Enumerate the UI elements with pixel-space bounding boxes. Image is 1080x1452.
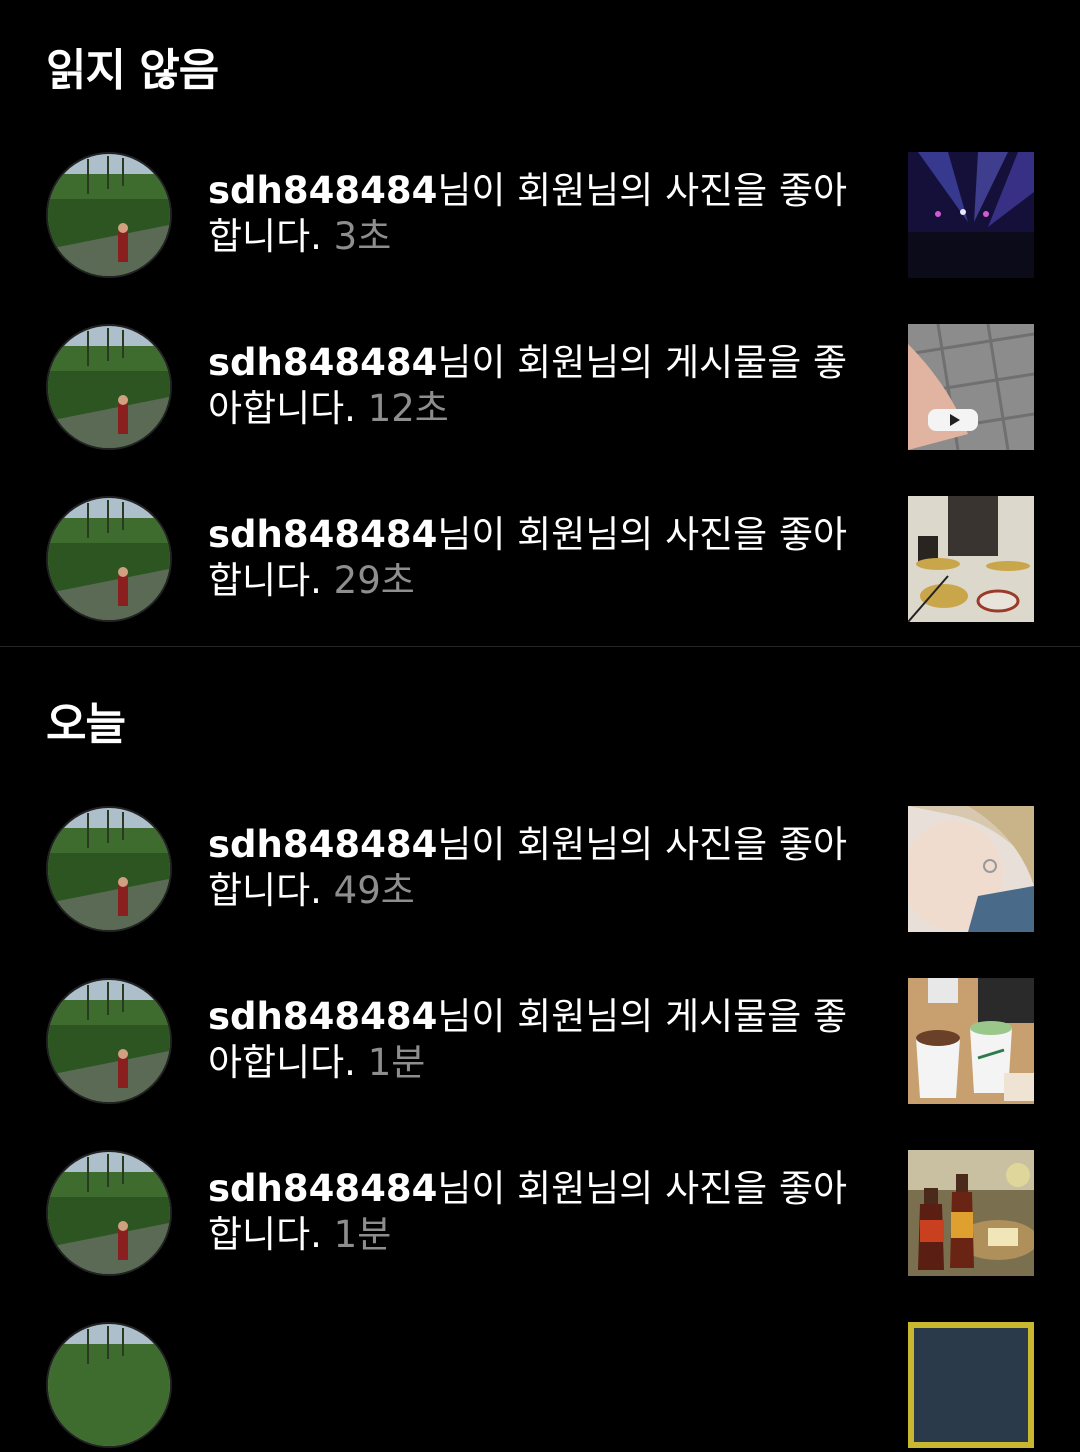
avatar[interactable] [46,1322,172,1448]
username-link[interactable]: sdh848484 [208,513,437,556]
notification-row[interactable]: sdh848484님이 회원님의 게시물을 좋아합니다. 1분 [0,978,1080,1108]
timestamp: 3초 [333,215,392,258]
notification-row[interactable]: sdh848484님이 회원님의 사진을 좋아합니다. 3초 [0,152,1080,282]
avatar[interactable] [46,978,172,1104]
section-divider [0,646,1080,647]
notification-row[interactable]: sdh848484님이 회원님의 사진을 좋아합니다. 49초 [0,806,1080,936]
section-title-unread: 읽지 않음 [46,45,219,96]
post-thumbnail[interactable] [908,1322,1034,1448]
timestamp: 1분 [367,1041,426,1084]
timestamp: 1분 [333,1213,392,1256]
avatar[interactable] [46,1150,172,1276]
notification-row[interactable]: sdh848484님이 회원님의 사진을 좋아합니다. 29초 [0,496,1080,626]
username-link[interactable]: sdh848484 [208,995,437,1038]
notification-row[interactable] [0,1322,1080,1452]
username-link[interactable]: sdh848484 [208,169,437,212]
notification-text: sdh848484님이 회원님의 사진을 좋아합니다. 3초 [208,168,868,260]
avatar[interactable] [46,152,172,278]
timestamp: 12초 [367,387,449,430]
username-link[interactable]: sdh848484 [208,341,437,384]
avatar[interactable] [46,324,172,450]
avatar[interactable] [46,496,172,622]
username-link[interactable]: sdh848484 [208,823,437,866]
section-title-today: 오늘 [46,699,126,750]
notification-row[interactable]: sdh848484님이 회원님의 게시물을 좋아합니다. 12초 [0,324,1080,454]
notification-row[interactable]: sdh848484님이 회원님의 사진을 좋아합니다. 1분 [0,1150,1080,1280]
post-thumbnail[interactable] [908,806,1034,932]
notification-text: sdh848484님이 회원님의 사진을 좋아합니다. 29초 [208,512,868,604]
avatar[interactable] [46,806,172,932]
post-thumbnail[interactable] [908,324,1034,450]
timestamp: 49초 [333,869,415,912]
notification-text: sdh848484님이 회원님의 사진을 좋아합니다. 49초 [208,822,868,914]
post-thumbnail[interactable] [908,496,1034,622]
username-link[interactable]: sdh848484 [208,1167,437,1210]
post-thumbnail[interactable] [908,152,1034,278]
timestamp: 29초 [333,559,415,602]
notification-text: sdh848484님이 회원님의 사진을 좋아합니다. 1분 [208,1166,868,1258]
post-thumbnail[interactable] [908,1150,1034,1276]
notification-text: sdh848484님이 회원님의 게시물을 좋아합니다. 12초 [208,340,868,432]
notification-text: sdh848484님이 회원님의 게시물을 좋아합니다. 1분 [208,994,868,1086]
post-thumbnail[interactable] [908,978,1034,1104]
